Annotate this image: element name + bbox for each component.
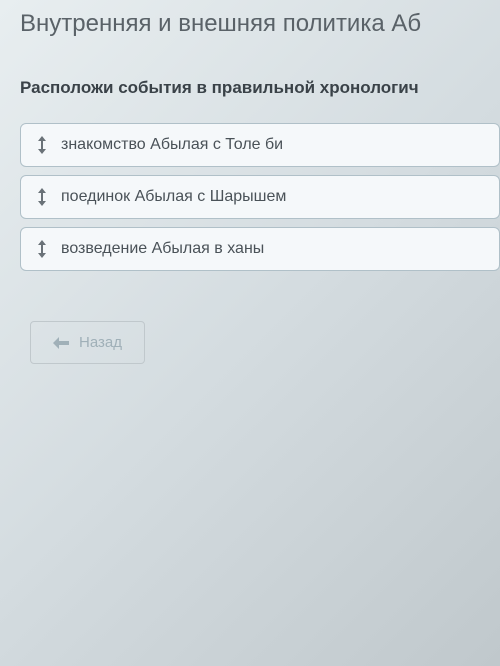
back-button[interactable]: Назад bbox=[30, 321, 145, 364]
back-button-label: Назад bbox=[79, 334, 122, 351]
item-label: поединок Абылая с Шарышем bbox=[61, 188, 286, 206]
drag-handle-icon[interactable] bbox=[37, 240, 47, 258]
item-label: возведение Абылая в ханы bbox=[61, 240, 264, 258]
item-label: знакомство Абылая с Толе би bbox=[61, 136, 283, 154]
sortable-item[interactable]: знакомство Абылая с Толе би bbox=[20, 123, 500, 167]
drag-handle-icon[interactable] bbox=[37, 188, 47, 206]
back-arrow-icon bbox=[53, 337, 69, 349]
page-title: Внутренняя и внешняя политика Аб bbox=[20, 10, 500, 38]
drag-handle-icon[interactable] bbox=[37, 136, 47, 154]
instruction-text: Расположи события в правильной хронологи… bbox=[20, 78, 500, 98]
sortable-item[interactable]: поединок Абылая с Шарышем bbox=[20, 175, 500, 219]
sortable-item[interactable]: возведение Абылая в ханы bbox=[20, 227, 500, 271]
sortable-list: знакомство Абылая с Толе би поединок Абы… bbox=[20, 123, 500, 271]
